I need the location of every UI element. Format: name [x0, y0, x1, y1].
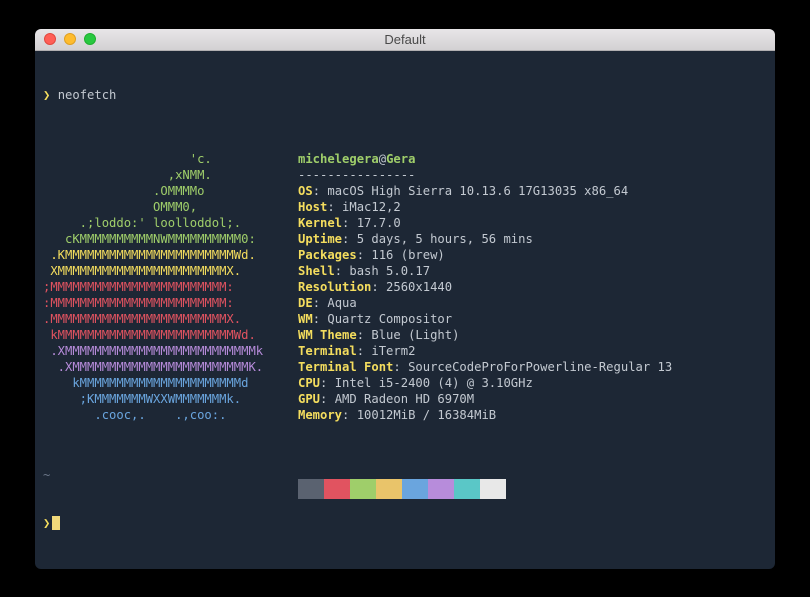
info-line: Packages: 116 (brew) [298, 247, 767, 263]
output-row: .XMMMMMMMMMMMMMMMMMMMMMMMMK.Terminal Fon… [43, 359, 767, 375]
output-row: .XMMMMMMMMMMMMMMMMMMMMMMMMMMkTerminal: i… [43, 343, 767, 359]
info-label: Resolution [298, 280, 371, 294]
info-label: Packages [298, 248, 357, 262]
ascii-logo-line: .XMMMMMMMMMMMMMMMMMMMMMMMMMMk [43, 343, 298, 359]
prompt-line-2: ❯ [43, 515, 767, 531]
ascii-logo-line: 'c. [43, 151, 298, 167]
info-line: Terminal Font: SourceCodeProForPowerline… [298, 359, 767, 375]
info-label: Shell [298, 264, 335, 278]
ascii-logo-line: .MMMMMMMMMMMMMMMMMMMMMMMMX. [43, 311, 298, 327]
command-text: neofetch [58, 88, 117, 102]
info-line: Kernel: 17.7.0 [298, 215, 767, 231]
info-label: Memory [298, 408, 342, 422]
ascii-logo-line: :MMMMMMMMMMMMMMMMMMMMMMMM: [43, 295, 298, 311]
output-row: .MMMMMMMMMMMMMMMMMMMMMMMMX. WM: Quartz C… [43, 311, 767, 327]
tilde-line: ~ [43, 467, 767, 483]
info-line: Uptime: 5 days, 5 hours, 56 mins [298, 231, 767, 247]
separator: ---------------- [298, 168, 415, 182]
prompt-line: ❯ neofetch [43, 87, 767, 103]
ascii-logo-line: .cooc,. .,coo:. [43, 407, 298, 423]
output-row: .KMMMMMMMMMMMMMMMMMMMMMMMWd. Packages: 1… [43, 247, 767, 263]
output-row: XMMMMMMMMMMMMMMMMMMMMMMMX. Shell: bash 5… [43, 263, 767, 279]
output-row: ;MMMMMMMMMMMMMMMMMMMMMMMM: Resolution: 2… [43, 279, 767, 295]
output-row: OMMM0, Host: iMac12,2 [43, 199, 767, 215]
terminal-window: Default ❯ neofetch 'c. michelegera@Gera … [35, 29, 775, 569]
cursor [52, 516, 60, 530]
titlebar[interactable]: Default [35, 29, 775, 51]
info-line: Host: iMac12,2 [298, 199, 767, 215]
ascii-logo-line: ;KMMMMMMMWXXWMMMMMMMk. [43, 391, 298, 407]
terminal-body[interactable]: ❯ neofetch 'c. michelegera@Gera ,xNMM. -… [35, 51, 775, 569]
output-row: 'c. michelegera@Gera [43, 151, 767, 167]
traffic-lights [35, 33, 96, 45]
ascii-logo-line: kMMMMMMMMMMMMMMMMMMMMMMMMWd. [43, 327, 298, 343]
ascii-logo-line: cKMMMMMMMMMMNWMMMMMMMMMM0: [43, 231, 298, 247]
output-row: .cooc,. .,coo:. Memory: 10012MiB / 16384… [43, 407, 767, 423]
info-label: Host [298, 200, 327, 214]
ascii-logo-line: .KMMMMMMMMMMMMMMMMMMMMMMMWd. [43, 247, 298, 263]
info-label: Terminal [298, 344, 357, 358]
window-title: Default [35, 32, 775, 47]
output-row: ,xNMM. ---------------- [43, 167, 767, 183]
info-line: Resolution: 2560x1440 [298, 279, 767, 295]
output-row: :MMMMMMMMMMMMMMMMMMMMMMMM: DE: Aqua [43, 295, 767, 311]
info-line: Memory: 10012MiB / 16384MiB [298, 407, 767, 423]
info-line: Shell: bash 5.0.17 [298, 263, 767, 279]
ascii-logo-line: .OMMMMo [43, 183, 298, 199]
ascii-logo-line: ,xNMM. [43, 167, 298, 183]
info-line: Terminal: iTerm2 [298, 343, 767, 359]
info-label: CPU [298, 376, 320, 390]
ascii-logo-line: kMMMMMMMMMMMMMMMMMMMMMMd [43, 375, 298, 391]
prompt-symbol: ❯ [43, 88, 50, 102]
info-label: Uptime [298, 232, 342, 246]
username: michelegera [298, 152, 379, 166]
ascii-logo-line: OMMM0, [43, 199, 298, 215]
info-label: GPU [298, 392, 320, 406]
info-line: OS: macOS High Sierra 10.13.6 17G13035 x… [298, 183, 767, 199]
info-line: WM Theme: Blue (Light) [298, 327, 767, 343]
ascii-logo-line: ;MMMMMMMMMMMMMMMMMMMMMMMM: [43, 279, 298, 295]
output-row: kMMMMMMMMMMMMMMMMMMMMMMMMWd. WM Theme: B… [43, 327, 767, 343]
info-line: ---------------- [298, 167, 767, 183]
ascii-logo-line: XMMMMMMMMMMMMMMMMMMMMMMMX. [43, 263, 298, 279]
neofetch-output: 'c. michelegera@Gera ,xNMM. ------------… [43, 151, 767, 423]
info-line: michelegera@Gera [298, 151, 767, 167]
output-row: .;loddo:' loolloddol;. Kernel: 17.7.0 [43, 215, 767, 231]
info-line: GPU: AMD Radeon HD 6970M [298, 391, 767, 407]
ascii-logo-line: .;loddo:' loolloddol;. [43, 215, 298, 231]
minimize-icon[interactable] [64, 33, 76, 45]
output-row: kMMMMMMMMMMMMMMMMMMMMMMd CPU: Intel i5-2… [43, 375, 767, 391]
ascii-logo-line: .XMMMMMMMMMMMMMMMMMMMMMMMMK. [43, 359, 298, 375]
info-line: CPU: Intel i5-2400 (4) @ 3.10GHz [298, 375, 767, 391]
hostname: Gera [386, 152, 415, 166]
info-line: DE: Aqua [298, 295, 767, 311]
zoom-icon[interactable] [84, 33, 96, 45]
info-label: Terminal Font [298, 360, 393, 374]
info-line: WM: Quartz Compositor [298, 311, 767, 327]
info-label: WM [298, 312, 313, 326]
output-row: ;KMMMMMMMWXXWMMMMMMMk. GPU: AMD Radeon H… [43, 391, 767, 407]
info-label: WM Theme [298, 328, 357, 342]
info-label: DE [298, 296, 313, 310]
prompt-symbol-2: ❯ [43, 516, 50, 530]
close-icon[interactable] [44, 33, 56, 45]
info-label: Kernel [298, 216, 342, 230]
info-label: OS [298, 184, 313, 198]
output-row: .OMMMMo OS: macOS High Sierra 10.13.6 17… [43, 183, 767, 199]
output-row: cKMMMMMMMMMMNWMMMMMMMMMM0: Uptime: 5 day… [43, 231, 767, 247]
